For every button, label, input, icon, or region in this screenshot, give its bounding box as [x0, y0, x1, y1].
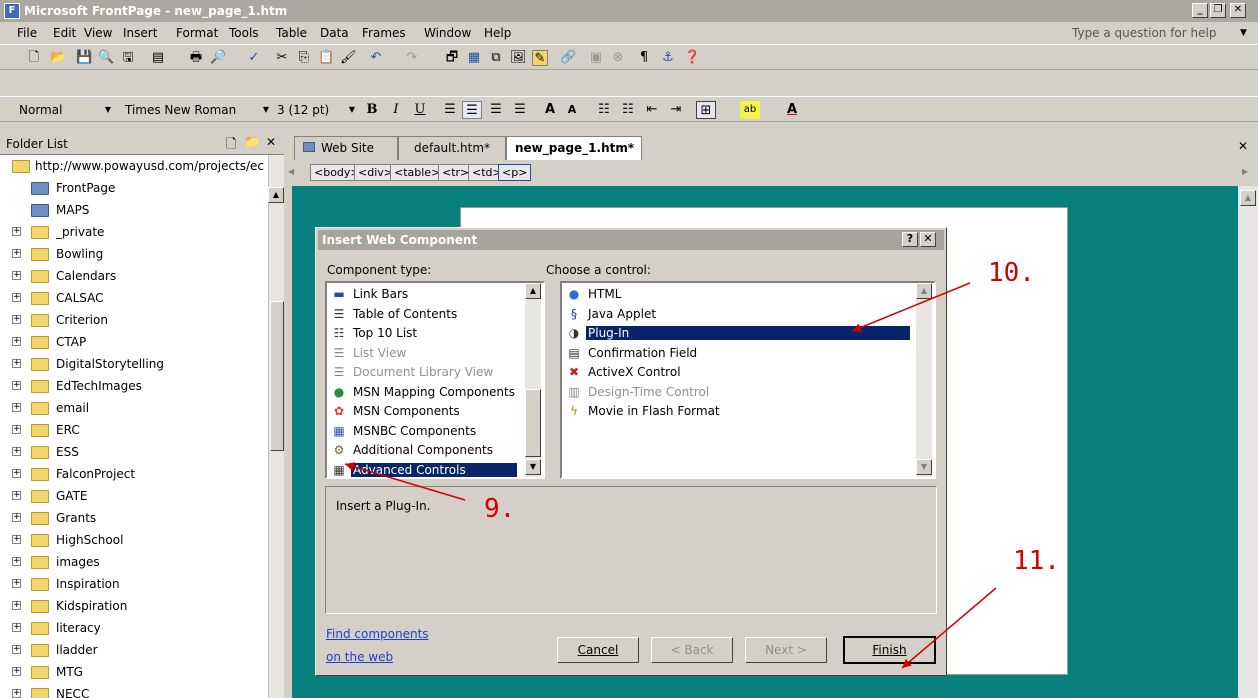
annotation-arrows	[344, 282, 997, 669]
arrow-9	[344, 462, 466, 501]
annotation-11: 11.	[1013, 546, 1060, 576]
annotation-10: 10.	[988, 258, 1035, 288]
arrow-11	[901, 587, 997, 669]
arrow-10	[851, 282, 971, 332]
annotation-9: 9.	[484, 494, 516, 524]
